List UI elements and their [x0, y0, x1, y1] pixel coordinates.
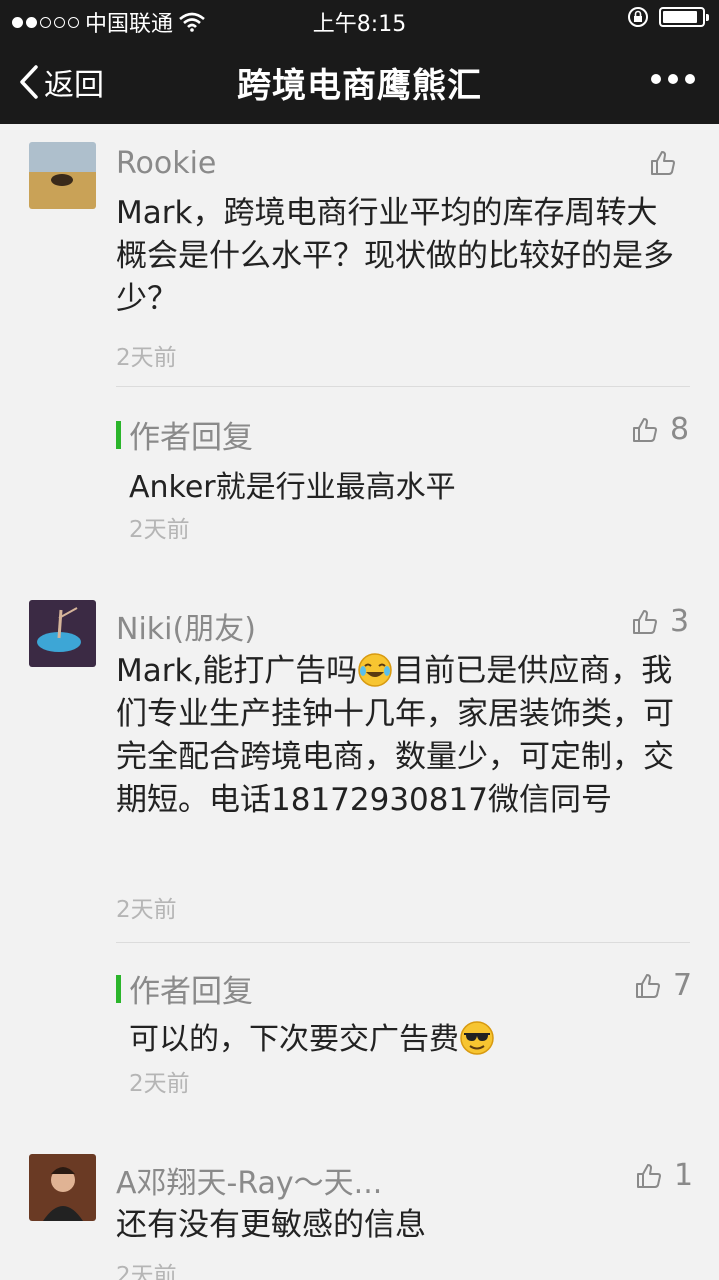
reply-indicator-bar: [116, 974, 121, 1003]
author-reply-label: 作者回复: [129, 974, 253, 1010]
avatar[interactable]: [29, 1154, 96, 1221]
thumbs-up-icon: [633, 417, 657, 442]
author-reply-header: 作者回复: [116, 412, 253, 457]
comment-username: Niki(朋友): [116, 612, 256, 647]
comment-item: Niki(朋友) 3 Mark,能打广告吗 目前已是供应商，我们专业生产挂钟十几…: [0, 594, 719, 1134]
status-bar: 中国联通 上午8:15: [0, 0, 719, 38]
reply-indicator-bar: [116, 420, 121, 449]
reply-time: 2天前: [129, 1071, 190, 1097]
like-count: 7: [673, 968, 693, 1003]
like-count: 1: [674, 1158, 694, 1193]
comment-text: 还有没有更敏感的信息: [116, 1207, 426, 1243]
reply-text-part: 可以的，下次要交广告费: [129, 1022, 459, 1057]
comment-text: Mark,能打广告吗 目前已是供应商，我们专业生产挂钟十几年，家居装饰类，可完全…: [116, 650, 686, 822]
tears-of-joy-emoji-icon: [358, 652, 393, 687]
thumbs-up-icon: [636, 973, 660, 998]
orientation-lock-icon: [628, 7, 648, 27]
avatar[interactable]: [29, 142, 96, 209]
comment-text-part: Mark,能打广告吗: [116, 653, 358, 689]
thumbs-up-icon: [637, 1163, 661, 1188]
like-count: 8: [670, 412, 690, 447]
like-count: 3: [670, 604, 690, 639]
thumbs-up-icon: [651, 151, 675, 175]
reply-like-button[interactable]: 8: [632, 412, 689, 447]
author-reply-header: 作者回复: [116, 966, 253, 1011]
comment-username: A邓翔天-Ray～天...: [116, 1166, 383, 1201]
like-button[interactable]: 1: [636, 1158, 693, 1193]
sunglasses-emoji-icon: [460, 1020, 494, 1055]
nav-bar: 返回 跨境电商鹰熊汇: [0, 38, 719, 124]
like-button[interactable]: 3: [632, 604, 689, 639]
comment-time: 2天前: [116, 345, 177, 371]
reply-like-button[interactable]: 7: [635, 968, 692, 1003]
comment-item: Rookie Mark，跨境电商行业平均的库存周转大概会是什么水平？现状做的比较…: [0, 124, 719, 594]
clock: 上午8:15: [312, 12, 407, 37]
comment-text: Mark，跨境电商行业平均的库存周转大概会是什么水平？现状做的比较好的是多少？: [116, 195, 674, 317]
reply-text: Anker就是行业最高水平: [129, 470, 456, 505]
divider: [116, 942, 690, 943]
avatar[interactable]: [29, 600, 96, 667]
thumbs-up-icon: [633, 609, 657, 634]
comment-item: A邓翔天-Ray～天... 1 还有没有更敏感的信息 2天前: [0, 1134, 719, 1280]
comment-time: 2天前: [116, 1263, 177, 1280]
status-right: [627, 6, 709, 28]
comment-time: 2天前: [116, 897, 177, 923]
author-reply-label: 作者回复: [129, 420, 253, 456]
page-title: 跨境电商鹰熊汇: [237, 66, 482, 106]
reply-time: 2天前: [129, 517, 190, 543]
battery-icon: [659, 7, 709, 27]
reply-text: 可以的，下次要交广告费: [129, 1014, 495, 1059]
like-button[interactable]: [650, 150, 676, 176]
comment-username: Rookie: [116, 146, 217, 181]
more-options-icon[interactable]: [651, 74, 695, 84]
divider: [116, 386, 690, 387]
